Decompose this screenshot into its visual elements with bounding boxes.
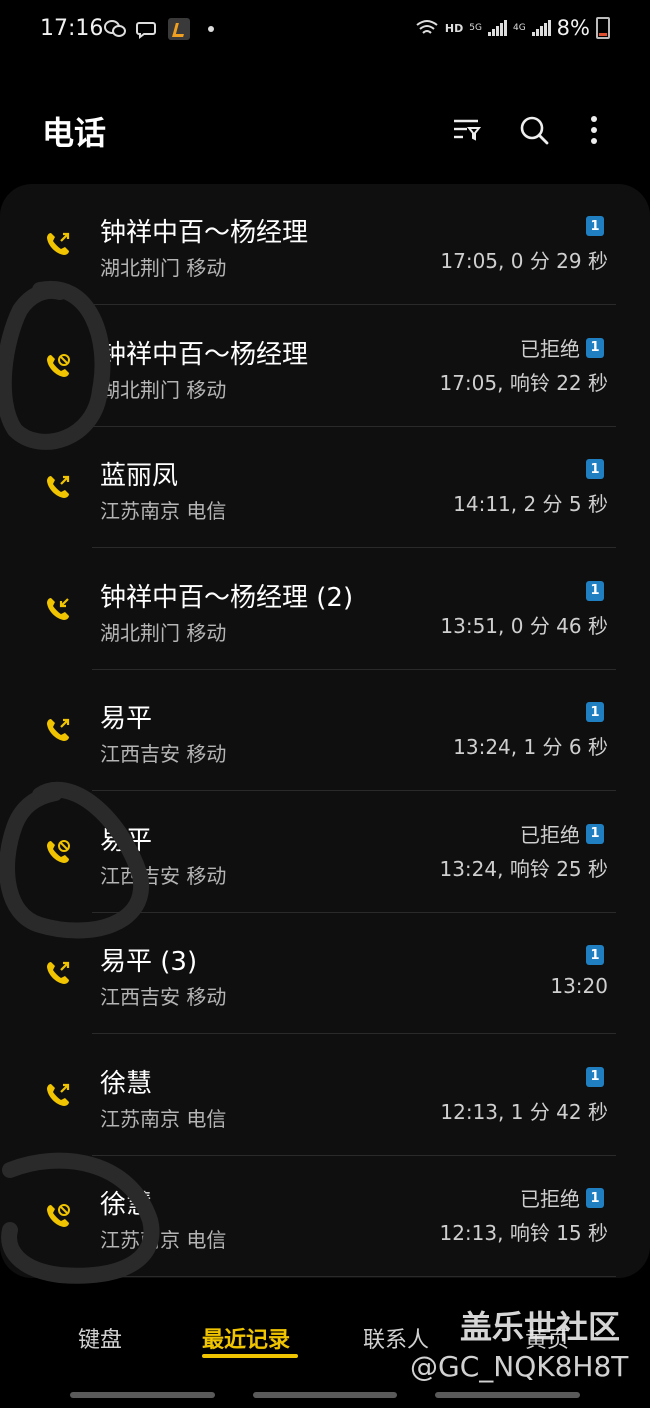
call-status: 已拒绝 [520,336,580,361]
caller-location: 湖北荆门 移动 [100,620,227,645]
net2-label: 4G [512,23,526,33]
call-time: 12:13, 1 分 42 秒 [440,1099,608,1124]
caller-name: 钟祥中百～杨经理 [100,218,309,248]
caller-location: 湖北荆门 移动 [100,377,227,402]
sim-badge-icon: 1 [586,702,604,722]
outgoing-call-icon[interactable] [44,230,72,258]
signal-icon-1 [487,20,507,36]
call-time: 13:24, 响铃 25 秒 [439,856,608,881]
active-tab-indicator [202,1354,298,1358]
hd-label: HD [444,21,464,35]
caller-location: 江苏南京 电信 [100,1106,227,1131]
call-time: 14:11, 2 分 5 秒 [453,492,608,516]
call-log-row[interactable]: 易平江西吉安 移动 1 13:24, 1 分 6 秒 [0,670,650,791]
system-icons: HD 5G 4G 8% [415,16,610,40]
caller-name: 钟祥中百～杨经理 (2) [100,582,354,613]
caller-name: 易平 (3) [100,947,198,977]
outgoing-call-icon[interactable] [44,959,72,987]
net1-label: 5G [469,23,482,33]
caller-name: 徐慧 [100,1068,153,1099]
more-options-button[interactable] [574,110,614,150]
sim-badge-icon: 1 [586,216,604,236]
rejected-call-icon[interactable] [44,838,72,866]
sim-badge-icon: 1 [586,823,604,844]
recent-calls-list: 钟祥中百～杨经理 湖北荆门 移动 1 17:05, 0 分 29 秒钟祥中百～杨经理湖… [0,184,650,1278]
battery-percent: 8% [556,16,590,40]
caller-name: 易平 [100,704,153,734]
wechat-icon [104,18,126,40]
call-log-row[interactable]: 钟祥中百～杨经理湖北荆门 移动 1 已拒绝 17:05, 响铃 22 秒 [0,306,650,427]
call-log-row[interactable]: 易平江西吉安 移动 1 已拒绝 13:24, 响铃 25 秒 [0,792,650,913]
incoming-call-icon[interactable] [44,595,72,623]
nav-recent-apps[interactable] [70,1392,215,1398]
nav-home[interactable] [253,1392,397,1398]
filter-button[interactable] [446,110,486,150]
caller-name: 蓝丽凤 [100,461,179,491]
filter-icon [454,119,481,141]
status-time: 17:16 [40,16,104,41]
status-bar: 17:16 HD 5G 4G 8% [0,0,650,60]
notification-icons [104,18,214,40]
call-time: 13:20 [550,974,608,998]
caller-name: 钟祥中百～杨经理 [100,339,309,370]
caller-location: 湖北荆门 移动 [100,256,227,280]
page-title: 电话 [42,114,107,152]
caller-name: 易平 [100,825,153,856]
caller-name: 徐慧 [100,1190,153,1220]
tab-keypad[interactable]: 键盘 [78,1322,122,1354]
call-log-row[interactable]: 钟祥中百～杨经理湖北荆门 移动 1 17:05, 0 分 29 秒 [0,184,650,305]
sim-badge-icon: 1 [586,945,604,965]
caller-location: 江西吉安 移动 [100,863,227,888]
call-time: 17:05, 0 分 29 秒 [440,249,608,273]
search-button[interactable] [514,110,554,150]
outgoing-call-icon[interactable] [44,473,72,501]
sim-badge-icon: 1 [586,1066,604,1087]
sim-badge-icon: 1 [586,1188,604,1208]
outgoing-call-icon[interactable] [44,716,72,744]
search-icon [520,116,549,145]
wifi-icon [416,20,438,34]
call-log-row[interactable]: 徐慧江苏南京 电信 1 已拒绝 12:13, 响铃 15 秒 [0,1156,650,1277]
app-icon [168,18,190,40]
call-log-row[interactable]: 易平 (3) 江西吉安 移动 1 13:20 [0,913,650,1034]
call-time: 13:24, 1 分 6 秒 [453,735,608,759]
call-time: 13:51, 0 分 46 秒 [440,613,608,638]
caller-location: 江西吉安 移动 [100,985,227,1009]
rejected-call-icon[interactable] [44,352,72,380]
call-time: 17:05, 响铃 22 秒 [439,370,608,395]
sim-badge-icon: 1 [586,459,604,479]
sim-badge-icon: 1 [586,337,604,358]
chat-bubble-icon [136,18,158,40]
caller-location: 江苏南京 电信 [100,499,227,523]
outgoing-call-icon[interactable] [44,1081,72,1109]
call-log-row[interactable]: 徐慧江苏南京 电信 1 12:13, 1 分 42 秒 [0,1035,650,1156]
rejected-call-icon[interactable] [44,1202,72,1230]
sim-badge-icon: 1 [586,580,604,601]
app-header: 电话 [0,90,650,170]
watermark-handle: @GC_NQK8H8T [410,1350,629,1383]
call-status: 已拒绝 [520,1187,580,1211]
row-divider [92,1276,616,1277]
tab-recents[interactable]: 最近记录 [202,1322,290,1354]
call-log-row[interactable]: 蓝丽凤江苏南京 电信 1 14:11, 2 分 5 秒 [0,427,650,548]
call-log-row[interactable]: 钟祥中百～杨经理 (2) 湖北荆门 移动 1 13:51, 0 分 46 秒 [0,549,650,670]
signal-icon-2 [531,20,551,36]
caller-location: 江西吉安 移动 [100,742,227,766]
battery-icon [596,17,610,39]
more-icon [591,116,597,144]
watermark-title: 盖乐世社区 [460,1308,621,1346]
call-status: 已拒绝 [520,822,580,847]
call-time: 12:13, 响铃 15 秒 [439,1221,608,1245]
nav-back[interactable] [435,1392,580,1398]
caller-location: 江苏南京 电信 [100,1228,227,1252]
more-notifications-dot [208,26,214,32]
